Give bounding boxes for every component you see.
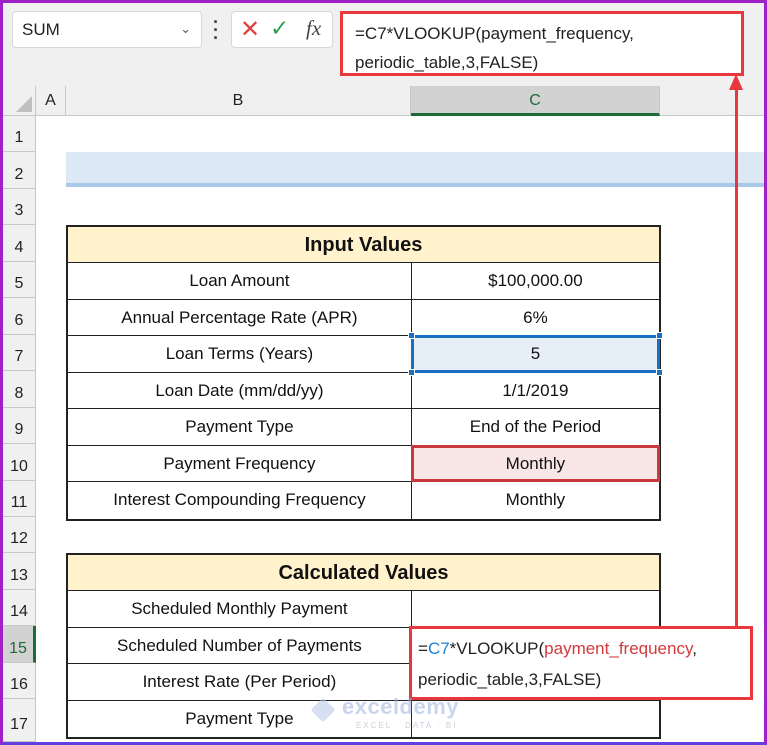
select-all-triangle-icon (16, 96, 32, 112)
formula-vlookup: *VLOOKUP( (449, 639, 545, 658)
row-label-cell[interactable]: Annual Percentage Rate (APR) (68, 299, 412, 335)
cell-c10-referenced[interactable]: Monthly (410, 444, 661, 482)
select-all-button[interactable] (3, 86, 36, 116)
row-header-8[interactable]: 8 (3, 371, 36, 408)
row-header-6[interactable]: 6 (3, 298, 36, 335)
row-header-12[interactable]: 12 (3, 517, 36, 553)
row-value-cell[interactable] (412, 591, 659, 627)
table-row: Payment Frequency Monthly (68, 444, 661, 482)
annotation-arrow-line (735, 84, 738, 629)
chevron-down-icon[interactable]: ⌄ (180, 21, 191, 37)
row-header-3[interactable]: 3 (3, 189, 36, 225)
watermark-text: exceldemy (342, 694, 460, 719)
table-row: Loan Amount $100,000.00 (68, 263, 659, 300)
table-row: Scheduled Monthly Payment (68, 591, 659, 628)
row-header-16[interactable]: 16 (3, 663, 36, 699)
row-label-cell[interactable]: Payment Frequency (68, 445, 412, 481)
formula-buttons: ✕ ✓ fx (231, 11, 333, 48)
row-header-4[interactable]: 4 (3, 225, 36, 262)
cell-c7-selected[interactable]: 5 (407, 332, 663, 376)
row-header-10[interactable]: 10 (3, 444, 36, 481)
column-header-c[interactable]: C (411, 86, 660, 116)
row-header-15[interactable]: 15 (3, 626, 36, 663)
row-header-11[interactable]: 11 (3, 481, 36, 517)
row-header-7[interactable]: 7 (3, 335, 36, 371)
formula-line-1: =C7*VLOOKUP(payment_frequency, (355, 24, 634, 43)
formula-ref-c7: C7 (427, 639, 450, 658)
formula-equals: = (418, 639, 428, 658)
row-header-17[interactable]: 17 (3, 699, 36, 742)
row-value-cell[interactable]: End of the Period (412, 409, 659, 445)
cell-c15-formula-editor[interactable]: =C7*VLOOKUP(payment_frequency, periodic_… (409, 626, 753, 700)
annotation-arrow-head-icon (729, 74, 743, 90)
cancel-icon[interactable]: ✕ (240, 15, 260, 44)
row-header-9[interactable]: 9 (3, 408, 36, 444)
input-values-table: Input Values Loan Amount $100,000.00 Annua… (66, 225, 663, 521)
formula-line-2: periodic_table,3,FALSE) (355, 53, 539, 72)
column-header-a[interactable]: A (36, 86, 66, 116)
formula-bar-input[interactable]: =C7*VLOOKUP(payment_frequency, periodic_… (340, 11, 744, 76)
row-value-cell[interactable]: Monthly (412, 482, 659, 519)
cell-formula-line-2: periodic_table,3,FALSE) (418, 670, 602, 689)
row-value-cell[interactable]: 1/1/2019 (412, 373, 659, 409)
formula-comma: , (692, 639, 697, 658)
row-header-2[interactable]: 2 (3, 152, 36, 189)
row-label-cell[interactable]: Scheduled Monthly Payment (68, 591, 412, 627)
input-values-title: Input Values (68, 227, 659, 263)
row-label-cell[interactable]: Interest Compounding Frequency (68, 482, 412, 519)
row-label-cell[interactable]: Loan Terms (Years) (68, 336, 412, 372)
name-box-value: SUM (22, 20, 60, 39)
cell-formula-line-1: =C7*VLOOKUP(payment_frequency, (418, 633, 744, 664)
formula-name-payment-frequency: payment_frequency (544, 639, 693, 658)
calculated-values-title: Calculated Values (68, 555, 659, 591)
row-label-cell[interactable]: Loan Date (mm/dd/yy) (68, 372, 412, 408)
table-row: Loan Date (mm/dd/yy) 1/1/2019 (68, 372, 659, 409)
column-header-empty (660, 86, 764, 116)
selection-handle[interactable] (656, 332, 663, 339)
row-header-13[interactable]: 13 (3, 553, 36, 590)
title-band-row-2 (66, 152, 764, 187)
row-header-5[interactable]: 5 (3, 262, 36, 298)
selection-handle[interactable] (407, 332, 415, 339)
row-value-cell[interactable]: 6% (412, 300, 659, 336)
table-row: Payment Type End of the Period (68, 409, 659, 446)
table-row: Annual Percentage Rate (APR) 6% (68, 299, 659, 336)
table-row: Loan Terms (Years) 5 (68, 332, 663, 376)
watermark-subtext: EXCEL · DATA · BI (356, 721, 458, 730)
name-box[interactable]: SUM ⌄ (12, 11, 202, 48)
column-header-b[interactable]: B (66, 86, 411, 116)
table-row: Interest Compounding Frequency Monthly (68, 482, 659, 519)
row-header-1[interactable]: 1 (3, 116, 36, 152)
vertical-ellipsis-icon[interactable]: · · · (213, 13, 219, 47)
row-label-cell[interactable]: Loan Amount (68, 263, 412, 299)
row-value-cell[interactable]: $100,000.00 (412, 263, 659, 299)
row-label-cell[interactable]: Payment Type (68, 409, 412, 445)
enter-icon[interactable]: ✓ (270, 15, 289, 42)
insert-function-icon[interactable]: fx (306, 16, 321, 41)
row-label-cell[interactable]: Scheduled Number of Payments (68, 627, 412, 663)
row-header-14[interactable]: 14 (3, 590, 36, 626)
